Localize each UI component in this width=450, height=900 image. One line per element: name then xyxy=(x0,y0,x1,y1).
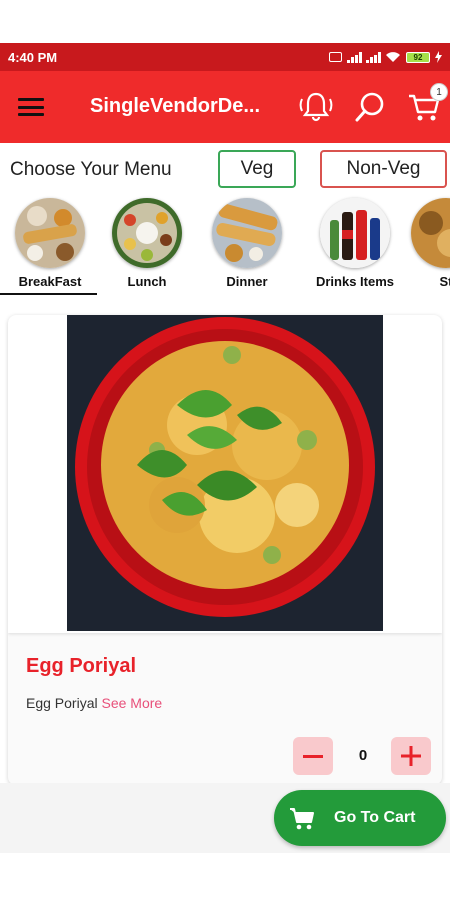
app-title: SingleVendorDe... xyxy=(90,95,261,117)
product-description: Egg Poriyal See More xyxy=(26,695,162,711)
category-lunch[interactable]: Lunch xyxy=(97,195,197,295)
nonveg-filter-button[interactable]: Non-Veg xyxy=(320,150,447,188)
product-description-text: Egg Poriyal xyxy=(26,695,98,711)
increase-quantity-button[interactable] xyxy=(391,737,431,775)
menu-label: Choose Your Menu xyxy=(10,159,172,180)
category-active-indicator xyxy=(0,293,97,295)
breakfast-image xyxy=(15,198,85,268)
status-bar: 4:40 PM 92 xyxy=(0,43,450,71)
cart-icon xyxy=(290,808,314,830)
plus-icon xyxy=(401,746,421,766)
category-label: BreakFast xyxy=(18,274,82,289)
search-icon[interactable] xyxy=(352,89,388,125)
go-to-cart-label: Go To Cart xyxy=(334,809,416,826)
category-label: Drinks Items xyxy=(315,274,395,289)
app-screen: 4:40 PM 92 SingleVendorDe... 1 Choose Yo… xyxy=(0,0,450,900)
menu-icon[interactable] xyxy=(18,98,44,116)
bell-icon[interactable] xyxy=(298,89,334,125)
charging-icon xyxy=(435,51,442,63)
veg-filter-button[interactable]: Veg xyxy=(218,150,296,188)
go-to-cart-button[interactable]: Go To Cart xyxy=(274,790,446,846)
minus-icon xyxy=(303,754,323,758)
wifi-icon xyxy=(386,52,400,62)
battery-icon: 92 xyxy=(406,51,430,63)
product-image xyxy=(67,315,383,631)
category-drinks-items[interactable]: Drinks Items xyxy=(305,195,405,295)
category-breakfast[interactable]: BreakFast xyxy=(0,195,100,295)
cart-count-badge: 1 xyxy=(430,83,448,101)
quantity-value: 0 xyxy=(358,747,368,764)
st-image xyxy=(411,198,450,268)
signal-2-icon xyxy=(366,51,381,63)
product-image-container xyxy=(8,315,442,633)
product-card[interactable]: Egg Poriyal Egg Poriyal See More 0 xyxy=(8,315,442,785)
status-icons: 92 xyxy=(329,51,442,63)
cart-button[interactable]: 1 xyxy=(406,83,448,125)
bottom-bar: Go To Cart xyxy=(0,783,450,853)
category-list: BreakFast Lunch Dinner Drinks Items S xyxy=(0,195,450,297)
category-dinner[interactable]: Dinner xyxy=(197,195,297,295)
menu-filter-row: Choose Your Menu Veg Non-Veg xyxy=(0,143,450,195)
category-label: St xyxy=(439,274,450,289)
lunch-image xyxy=(112,198,182,268)
drinks-image xyxy=(320,198,390,268)
dinner-image xyxy=(212,198,282,268)
decrease-quantity-button[interactable] xyxy=(293,737,333,775)
notification-icon xyxy=(329,52,342,62)
category-label: Lunch xyxy=(127,274,167,289)
category-label: Dinner xyxy=(226,274,268,289)
product-title: Egg Poriyal xyxy=(26,655,137,677)
app-bar: SingleVendorDe... 1 xyxy=(0,71,450,143)
see-more-link[interactable]: See More xyxy=(101,695,162,711)
status-time: 4:40 PM xyxy=(8,49,58,65)
category-st[interactable]: St xyxy=(396,195,450,295)
signal-icon xyxy=(347,51,362,63)
